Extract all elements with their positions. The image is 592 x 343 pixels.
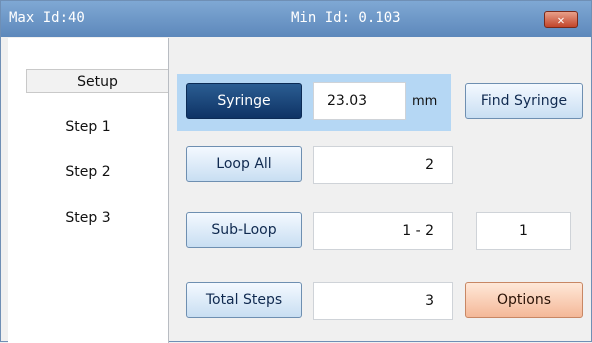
- max-id-label: Max Id:40: [9, 10, 85, 26]
- title-bar: Max Id:40 Min Id: 0.103 ✕: [1, 1, 591, 37]
- options-button[interactable]: Options: [465, 282, 583, 318]
- sidebar-item-step-3[interactable]: Step 3: [8, 206, 168, 230]
- sidebar: Setup Step 1 Step 2 Step 3: [8, 38, 169, 343]
- sub-loop-range-field[interactable]: 1 - 2: [313, 212, 453, 250]
- sidebar-item-step-2[interactable]: Step 2: [8, 160, 168, 184]
- syringe-diameter-field[interactable]: 23.03: [313, 82, 406, 120]
- find-syringe-button[interactable]: Find Syringe: [465, 83, 583, 119]
- min-id-label: Min Id: 0.103: [291, 10, 401, 26]
- app-window: Max Id:40 Min Id: 0.103 ✕ Setup Step 1 S…: [0, 0, 592, 343]
- syringe-button[interactable]: Syringe: [186, 83, 302, 119]
- close-icon: ✕: [557, 13, 565, 27]
- loop-all-button[interactable]: Loop All: [186, 146, 302, 182]
- syringe-unit-label: mm: [412, 94, 438, 109]
- sidebar-item-setup[interactable]: Setup: [26, 69, 168, 93]
- loop-all-field[interactable]: 2: [313, 146, 453, 184]
- close-button[interactable]: ✕: [544, 11, 578, 28]
- sub-loop-button[interactable]: Sub-Loop: [186, 212, 302, 248]
- sub-loop-count-field[interactable]: 1: [476, 212, 571, 250]
- total-steps-button[interactable]: Total Steps: [186, 282, 302, 318]
- total-steps-field[interactable]: 3: [313, 282, 453, 320]
- sidebar-item-step-1[interactable]: Step 1: [8, 115, 168, 139]
